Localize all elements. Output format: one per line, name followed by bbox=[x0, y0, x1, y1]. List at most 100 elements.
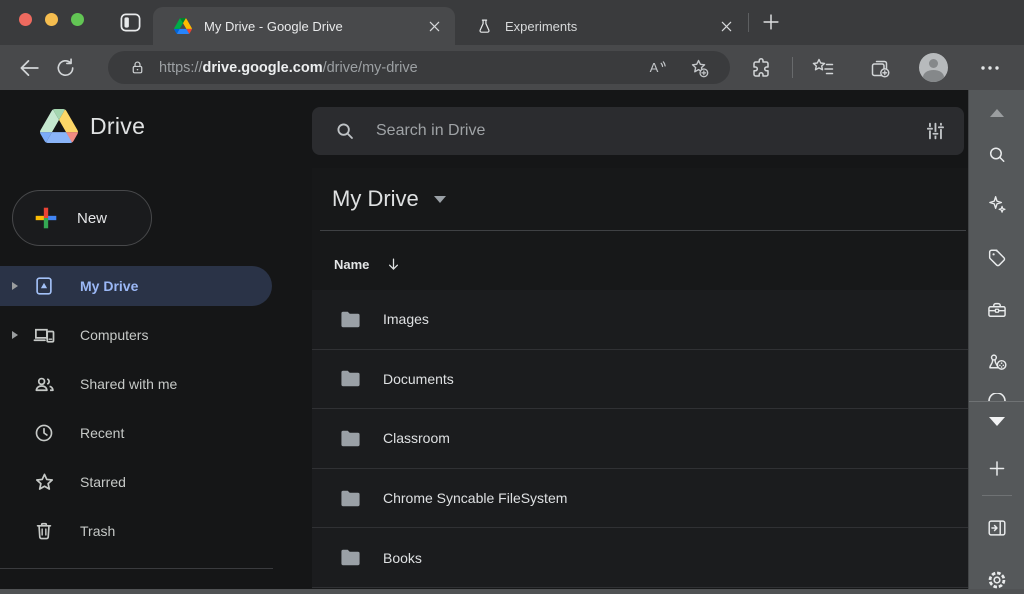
drive-main: My Drive Name bbox=[312, 168, 968, 594]
folder-icon bbox=[340, 429, 361, 448]
lock-icon[interactable] bbox=[129, 59, 146, 76]
name-header-label: Name bbox=[334, 257, 369, 272]
folder-row-chrome-syncable-filesystem[interactable]: Chrome Syncable FileSystem bbox=[312, 469, 968, 529]
folder-icon bbox=[340, 310, 361, 329]
collections-icon[interactable] bbox=[868, 56, 892, 80]
header-divider bbox=[320, 230, 966, 231]
nav-item-trash[interactable]: Trash bbox=[0, 511, 272, 551]
partially-visible-icon[interactable] bbox=[986, 393, 1008, 401]
sidebar-short-divider bbox=[982, 495, 1012, 496]
drive-header: Drive bbox=[0, 90, 968, 168]
drive-sidebar: New My Drive bbox=[0, 168, 312, 594]
sparkles-icon[interactable] bbox=[986, 194, 1008, 216]
name-column-header[interactable]: Name bbox=[334, 256, 402, 273]
sidebar-divider bbox=[969, 401, 1024, 402]
back-icon[interactable] bbox=[17, 55, 42, 80]
url-text: https://drive.google.com/drive/my-drive bbox=[159, 60, 647, 76]
drive-search-bar[interactable] bbox=[312, 107, 964, 155]
profile-avatar[interactable] bbox=[919, 53, 948, 82]
folder-row-images[interactable]: Images bbox=[312, 290, 968, 350]
nav-label: My Drive bbox=[80, 278, 138, 294]
folder-row-documents[interactable]: Documents bbox=[312, 350, 968, 410]
search-icon[interactable] bbox=[334, 120, 356, 142]
close-tab-icon[interactable] bbox=[428, 20, 441, 33]
shared-with-me-icon bbox=[32, 373, 56, 396]
new-tab-button[interactable] bbox=[760, 11, 782, 33]
search-input[interactable] bbox=[376, 122, 924, 140]
folder-row-classroom[interactable]: Classroom bbox=[312, 409, 968, 469]
toolbox-icon[interactable] bbox=[986, 299, 1008, 321]
avatar-body bbox=[923, 70, 944, 82]
toolbar-separator bbox=[792, 57, 793, 78]
google-drive-page: Drive bbox=[0, 90, 968, 594]
page-title-dropdown[interactable]: My Drive bbox=[332, 186, 446, 212]
read-aloud-icon[interactable]: A bbox=[647, 57, 668, 78]
address-bar[interactable]: https://drive.google.com/drive/my-drive … bbox=[108, 51, 730, 84]
google-drive-favicon bbox=[174, 18, 192, 34]
tab-title: My Drive - Google Drive bbox=[204, 19, 428, 34]
svg-text:A: A bbox=[650, 60, 659, 75]
more-menu-icon[interactable] bbox=[978, 56, 1002, 80]
add-to-sidebar-icon[interactable] bbox=[986, 458, 1007, 479]
zoom-window-button[interactable] bbox=[71, 13, 84, 26]
drive-body: New My Drive bbox=[0, 168, 968, 594]
nav-item-computers[interactable]: Computers bbox=[0, 315, 272, 355]
sort-descending-icon[interactable] bbox=[385, 256, 402, 273]
chevron-down-icon bbox=[434, 196, 446, 203]
nav-item-recent[interactable]: Recent bbox=[0, 413, 272, 453]
workspaces-icon[interactable] bbox=[119, 11, 142, 34]
url-domain: drive.google.com bbox=[203, 60, 323, 76]
flask-icon bbox=[476, 18, 493, 35]
favorites-icon[interactable] bbox=[810, 55, 836, 81]
browser-window: My Drive - Google Drive Experiments bbox=[0, 0, 1024, 594]
tab-title: Experiments bbox=[505, 19, 720, 34]
close-window-button[interactable] bbox=[19, 13, 32, 26]
title-bar: My Drive - Google Drive Experiments bbox=[0, 0, 1024, 45]
scroll-up-icon[interactable] bbox=[990, 109, 1004, 117]
expand-arrow-icon[interactable] bbox=[12, 331, 24, 339]
refresh-icon[interactable] bbox=[54, 56, 77, 79]
add-favorite-icon[interactable] bbox=[688, 57, 710, 79]
folder-icon bbox=[340, 489, 361, 508]
drive-logo[interactable]: Drive bbox=[40, 109, 145, 143]
avatar-head bbox=[929, 59, 938, 68]
folder-icon bbox=[340, 369, 361, 388]
minimize-window-button[interactable] bbox=[45, 13, 58, 26]
sidebar-divider bbox=[0, 568, 273, 569]
nav-label: Starred bbox=[80, 474, 126, 490]
my-drive-icon bbox=[32, 275, 56, 297]
nav-item-shared-with-me[interactable]: Shared with me bbox=[0, 364, 272, 404]
trash-icon bbox=[32, 520, 56, 542]
games-icon[interactable] bbox=[985, 351, 1008, 374]
nav-item-starred[interactable]: Starred bbox=[0, 462, 272, 502]
folder-row-books[interactable]: Books bbox=[312, 528, 968, 588]
scroll-down-icon[interactable] bbox=[989, 417, 1005, 426]
nav-label: Computers bbox=[80, 327, 148, 343]
extensions-icon[interactable] bbox=[750, 56, 774, 80]
starred-icon bbox=[32, 471, 56, 494]
file-list: Images Documents Classroom bbox=[312, 290, 968, 594]
sidebar-search-icon[interactable] bbox=[986, 144, 1007, 165]
page-title: My Drive bbox=[332, 186, 419, 212]
nav-label: Shared with me bbox=[80, 376, 177, 392]
recent-icon bbox=[32, 422, 56, 444]
tab-my-drive[interactable]: My Drive - Google Drive bbox=[153, 7, 455, 45]
tab-separator bbox=[748, 13, 749, 32]
url-path: /drive/my-drive bbox=[323, 60, 418, 76]
drive-brand-label: Drive bbox=[90, 113, 145, 140]
settings-gear-icon[interactable] bbox=[986, 569, 1008, 591]
new-button[interactable]: New bbox=[12, 190, 152, 246]
folder-name: Images bbox=[383, 311, 429, 327]
sidebar-panel-icon[interactable] bbox=[986, 517, 1008, 539]
nav-item-my-drive[interactable]: My Drive bbox=[0, 266, 272, 306]
shopping-tag-icon[interactable] bbox=[986, 247, 1008, 269]
new-button-label: New bbox=[77, 210, 107, 227]
folder-icon bbox=[340, 548, 361, 567]
close-tab-icon[interactable] bbox=[720, 20, 733, 33]
folder-name: Books bbox=[383, 550, 422, 566]
folder-name: Chrome Syncable FileSystem bbox=[383, 490, 567, 506]
expand-arrow-icon[interactable] bbox=[12, 282, 24, 290]
tab-experiments[interactable]: Experiments bbox=[455, 7, 747, 45]
search-options-icon[interactable] bbox=[924, 120, 946, 142]
edge-sidebar bbox=[968, 90, 1024, 594]
